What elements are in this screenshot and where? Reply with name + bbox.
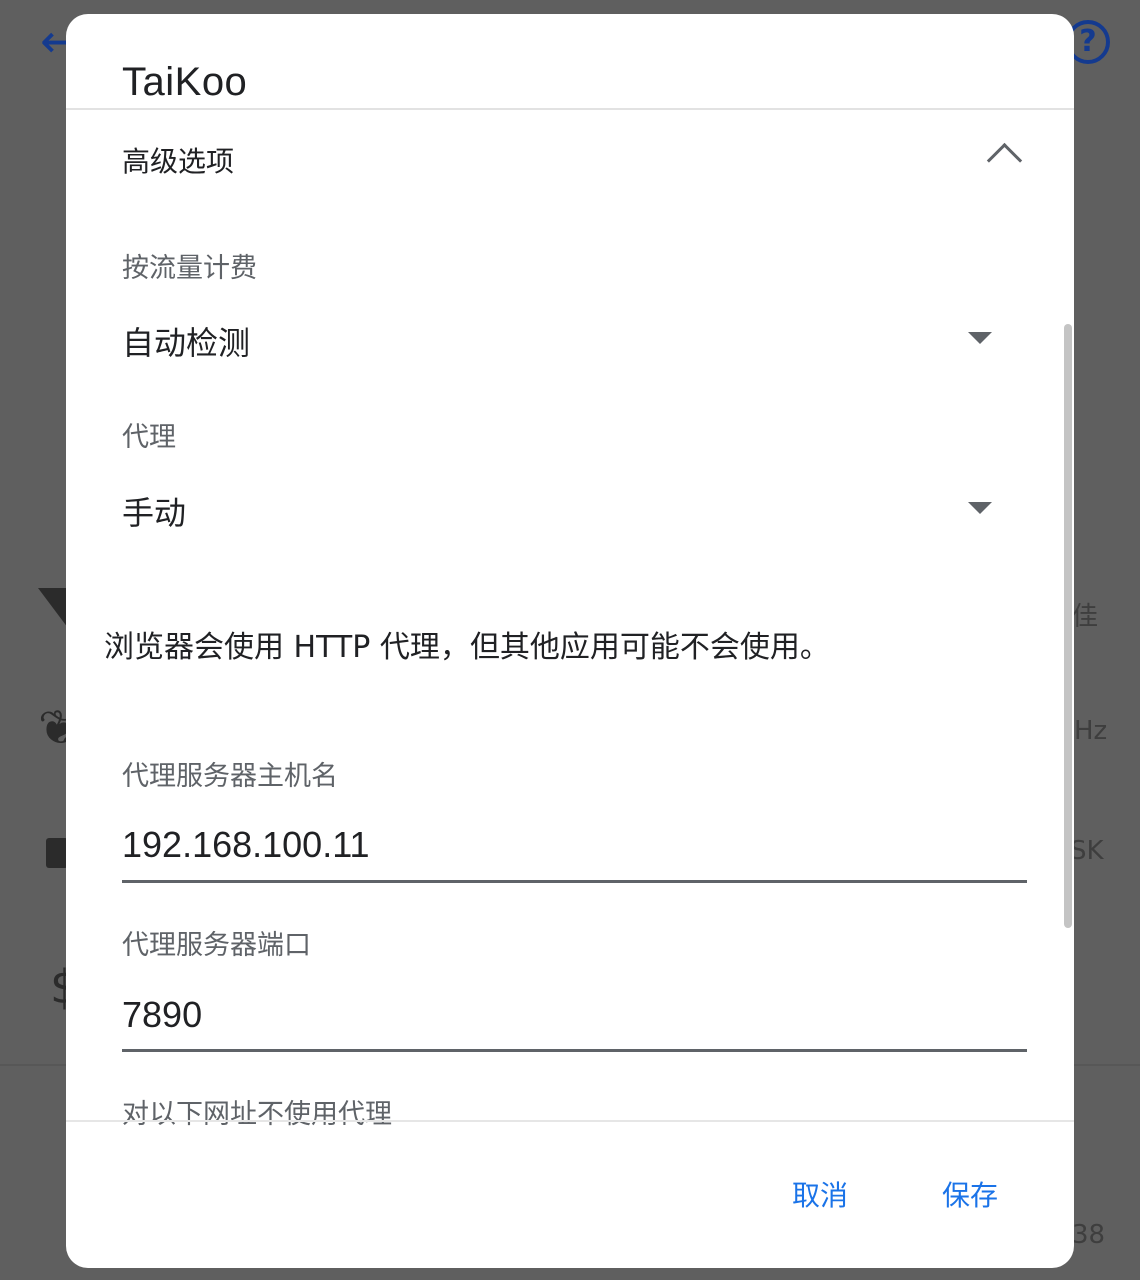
title-divider <box>66 108 1074 110</box>
cancel-button[interactable]: 取消 <box>792 1174 848 1214</box>
dialog-title: TaiKoo <box>122 60 248 104</box>
save-button[interactable]: 保存 <box>942 1174 998 1214</box>
proxy-label: 代理 <box>122 422 176 453</box>
footer-divider <box>66 1120 1074 1122</box>
metered-label: 按流量计费 <box>122 253 257 284</box>
lock-icon <box>46 838 68 868</box>
bg-fragment-1: 佳 <box>1072 602 1099 632</box>
proxy-dropdown-icon[interactable] <box>968 502 992 514</box>
metered-select[interactable]: 自动检测 <box>122 318 250 364</box>
port-underline <box>122 1049 1027 1052</box>
advanced-options-header[interactable]: 高级选项 <box>122 140 234 180</box>
port-label: 代理服务器端口 <box>122 930 311 961</box>
bg-fragment-3: SK <box>1070 836 1104 866</box>
port-field[interactable]: 7890 <box>122 994 202 1036</box>
bg-fragment-4: 38 <box>1072 1220 1106 1250</box>
proxy-select[interactable]: 手动 <box>122 488 186 534</box>
chevron-up-icon[interactable] <box>986 142 1023 179</box>
proxy-settings-dialog: TaiKoo 高级选项 按流量计费 自动检测 代理 手动 浏览器会使用 HTTP… <box>66 14 1074 1268</box>
scrollbar[interactable] <box>1064 324 1072 928</box>
bypass-label: 对以下网址不使用代理 <box>122 1099 392 1130</box>
hostname-field[interactable]: 192.168.100.11 <box>122 824 370 866</box>
bg-fragment-2: Hz <box>1074 716 1108 746</box>
wifi-icon <box>38 588 68 628</box>
metered-dropdown-icon[interactable] <box>968 332 992 344</box>
proxy-note: 浏览器会使用 HTTP 代理，但其他应用可能不会使用。 <box>104 630 830 665</box>
hostname-underline <box>122 880 1027 883</box>
hostname-label: 代理服务器主机名 <box>122 761 338 792</box>
